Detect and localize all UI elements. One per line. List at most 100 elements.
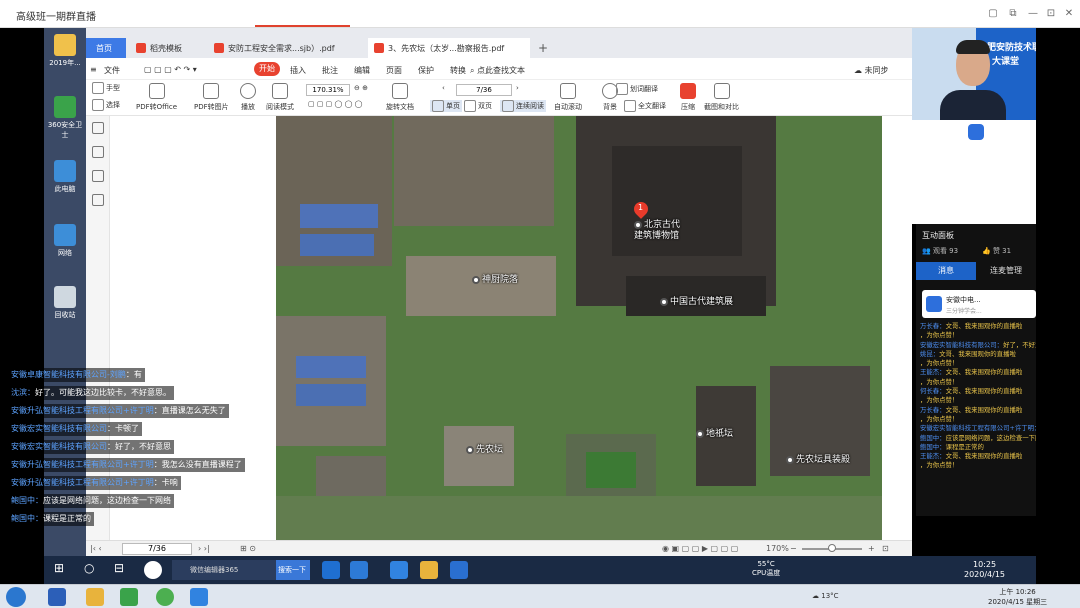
menu-comment[interactable]: 批注 bbox=[322, 65, 338, 76]
word-icon[interactable] bbox=[48, 588, 66, 606]
search-text[interactable]: ⌕ 点此查找文本 bbox=[470, 65, 525, 76]
hand-tool[interactable]: 手型 bbox=[92, 82, 120, 94]
menu-start[interactable]: 开始 bbox=[254, 62, 280, 76]
tab-connection[interactable]: 连麦管理 bbox=[976, 262, 1036, 280]
poi-kitchen[interactable]: 神厨院落 bbox=[472, 272, 518, 285]
sync-status[interactable]: ☁ 未同步 bbox=[854, 65, 889, 76]
excel-icon[interactable] bbox=[120, 588, 138, 606]
status-page-input[interactable]: 7/36 bbox=[122, 543, 192, 555]
page-tools-icon[interactable]: ⊞ ⊙ bbox=[240, 544, 256, 553]
first-page-icon[interactable]: |‹ ‹ bbox=[90, 544, 102, 553]
select-tool[interactable]: 选择 bbox=[92, 99, 120, 111]
layout-icon[interactable]: ▢ bbox=[986, 7, 1000, 21]
compress-button[interactable]: 压缩 bbox=[680, 83, 696, 112]
poi-xiannongtan[interactable]: 先农坛 bbox=[466, 442, 503, 455]
pinned-card[interactable]: 安徽中电... 三分钟学会... bbox=[922, 290, 1036, 318]
menu-page[interactable]: 页面 bbox=[386, 65, 402, 76]
play-button[interactable]: 播放 bbox=[240, 83, 256, 112]
background-label: 背景 bbox=[603, 103, 617, 111]
zoom-slider-handle[interactable] bbox=[828, 544, 836, 552]
windows-start-icon[interactable]: ⊞ bbox=[54, 561, 72, 579]
app-icon[interactable] bbox=[350, 561, 368, 579]
poi-icon bbox=[696, 429, 704, 438]
menu-insert[interactable]: 插入 bbox=[290, 65, 306, 76]
explorer-icon[interactable] bbox=[86, 588, 104, 606]
desktop-icon-network[interactable]: 网络 bbox=[47, 224, 83, 258]
outer-clock[interactable]: 上午 10:26 2020/4/15 星期三 bbox=[988, 587, 1047, 607]
desktop-icon-360[interactable]: 360安全卫士 bbox=[47, 96, 83, 140]
page-input[interactable]: 7/36 bbox=[456, 84, 512, 96]
continuous-button[interactable]: 连续阅读 bbox=[500, 100, 546, 112]
fit-page-icon[interactable]: ⊡ bbox=[882, 544, 889, 553]
chat-button-icon[interactable] bbox=[968, 124, 984, 140]
menu-convert[interactable]: 转换 bbox=[450, 65, 466, 76]
view-mode-icons[interactable]: ◉ ▣ ▢ ▢ ▶ ▢ ▢ ▢ bbox=[662, 544, 738, 553]
restore-icon[interactable]: ⧉ bbox=[1006, 7, 1020, 21]
tab-pdf-xiannongtan[interactable]: 3、先农坛（太岁...勘察报告.pdf bbox=[368, 38, 530, 58]
task-view-icon[interactable]: ⊟ bbox=[114, 561, 132, 579]
poi-museum[interactable]: 北京古代 建筑博物馆 bbox=[634, 220, 680, 242]
view-tools-icon[interactable]: ▢ ▢ ▢ ◯ ◯ ◯ bbox=[308, 100, 362, 108]
menu-protect[interactable]: 保护 bbox=[418, 65, 434, 76]
pdf-to-office-button[interactable]: PDF转Office bbox=[136, 83, 177, 112]
zoom-plus-icon[interactable]: + bbox=[868, 544, 875, 553]
close-icon[interactable]: ✕ bbox=[1062, 7, 1076, 21]
search-circle-icon[interactable]: ○ bbox=[84, 561, 102, 579]
next-page-icon[interactable]: › bbox=[516, 84, 519, 92]
prev-page-icon[interactable]: ‹ bbox=[442, 84, 445, 92]
annotation-icon[interactable] bbox=[92, 170, 104, 182]
single-page-button[interactable]: 单页 bbox=[430, 100, 462, 112]
read-mode-button[interactable]: 阅读模式 bbox=[266, 83, 294, 112]
windows-orb-icon[interactable] bbox=[6, 587, 26, 607]
menu-edit[interactable]: 编辑 bbox=[354, 65, 370, 76]
message-text: ，为你点赞！ bbox=[920, 396, 959, 405]
last-page-icon[interactable]: › ›| bbox=[198, 544, 210, 553]
new-tab-icon[interactable]: + bbox=[538, 41, 548, 55]
message-sender: 万长春： bbox=[920, 405, 946, 414]
tab-messages[interactable]: 消息 bbox=[916, 262, 976, 280]
satellite-map-page[interactable]: 1 北京古代 建筑博物馆 神厨院落 中国古代建筑展 先农坛 地祇坛 先农坛具装殿 bbox=[276, 116, 882, 540]
quick-tools-icon[interactable]: ▢ ▢ ▢ ↶ ↷ ▾ bbox=[144, 65, 197, 74]
bookmark-icon[interactable] bbox=[92, 146, 104, 158]
inner-clock[interactable]: 10:25 2020/4/15 bbox=[964, 560, 1005, 580]
poi-costume-hall[interactable]: 先农坛具装殿 bbox=[786, 452, 850, 465]
poi-dijitan[interactable]: 地祇坛 bbox=[696, 426, 733, 439]
maximize-icon[interactable]: ⊡ bbox=[1044, 7, 1058, 21]
app-icon[interactable] bbox=[450, 561, 468, 579]
fan-icon[interactable] bbox=[144, 561, 162, 579]
tab-home[interactable]: 首页 bbox=[86, 38, 126, 58]
recycle-bin-icon bbox=[54, 286, 76, 308]
live-app-icon[interactable] bbox=[190, 588, 208, 606]
rotate-button[interactable]: 旋转文档 bbox=[386, 83, 414, 112]
thumbnail-icon[interactable] bbox=[92, 122, 104, 134]
double-page-button[interactable]: 双页 bbox=[464, 100, 492, 112]
taskbar-search[interactable]: 搜索一下 bbox=[276, 560, 310, 580]
screenshot-button[interactable]: 截图和对比 bbox=[704, 83, 739, 112]
taskbar-wechat-editor[interactable]: 微信编辑器365 bbox=[172, 560, 276, 580]
panel-message: 王能杰：文哥、我来围观你的直播啦 bbox=[920, 452, 1036, 461]
edge-icon[interactable] bbox=[322, 561, 340, 579]
folder-icon[interactable] bbox=[420, 561, 438, 579]
tab-pdf-security[interactable]: 安防工程安全需求...sjb）.pdf bbox=[208, 38, 364, 58]
menu-icon[interactable]: ≡ bbox=[90, 65, 97, 74]
app-icon[interactable] bbox=[390, 561, 408, 579]
word-translate-button[interactable]: 划词翻译 bbox=[616, 83, 658, 95]
zoom-input[interactable]: 170.31% bbox=[306, 84, 350, 96]
zoom-minus-icon[interactable]: − bbox=[790, 544, 797, 553]
minimize-icon[interactable]: — bbox=[1026, 7, 1040, 21]
attachment-icon[interactable] bbox=[92, 194, 104, 206]
desktop-icon-computer[interactable]: 此电脑 bbox=[47, 160, 83, 194]
desktop-icon-recycle-bin[interactable]: 回收站 bbox=[47, 286, 83, 320]
full-translate-button[interactable]: 全文翻译 bbox=[624, 100, 666, 112]
tab-label: 3、先农坛（太岁...勘察报告.pdf bbox=[388, 44, 505, 53]
menu-file[interactable]: 文件 bbox=[104, 65, 120, 76]
auto-scroll-button[interactable]: 自动滚动 bbox=[554, 83, 582, 112]
inner-time: 10:25 bbox=[972, 560, 997, 569]
chrome-icon[interactable] bbox=[156, 588, 174, 606]
pdf-to-image-button[interactable]: PDF转图片 bbox=[194, 83, 229, 112]
panel-message: ，为你点赞！ bbox=[920, 415, 1036, 424]
poi-exhibition[interactable]: 中国古代建筑展 bbox=[660, 294, 733, 307]
zoom-out-icon[interactable]: ⊖ ⊕ bbox=[354, 84, 368, 92]
tab-templates[interactable]: 稻壳模板 bbox=[130, 38, 206, 58]
desktop-icon-document[interactable]: 2019年... bbox=[47, 34, 83, 68]
